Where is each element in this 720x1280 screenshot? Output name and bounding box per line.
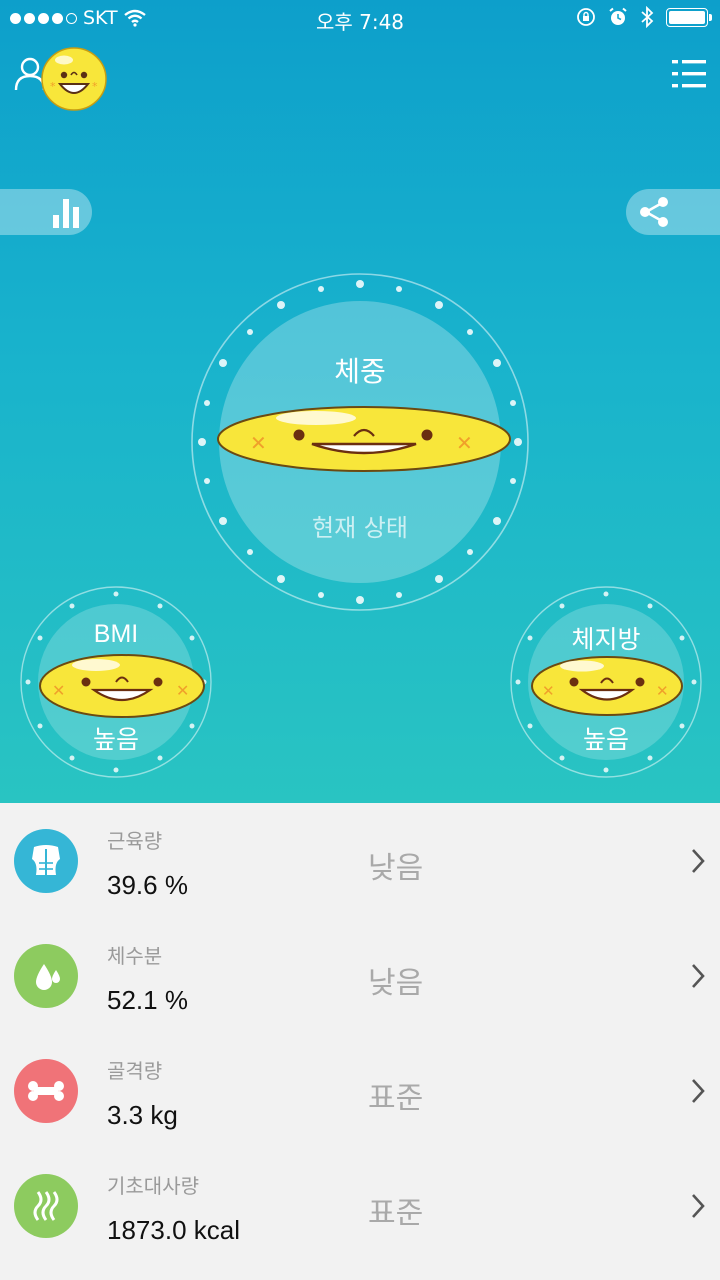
bar-chart-icon [53,199,79,228]
avatar[interactable]: * * [40,44,108,112]
weight-emoji-icon: ✕ ✕ [217,406,511,472]
bone-icon [14,1059,78,1123]
body-fat-emoji-icon: ✕ ✕ [531,656,683,716]
weight-title: 체중 [334,355,386,388]
chevron-right-icon [692,1194,705,1218]
list-item-bone-mass[interactable]: 골격량 3.3 kg 표준 [0,1033,720,1148]
metric-label: 체수분 [107,944,163,968]
bmi-state: 높음 [92,725,139,754]
body-fat-title: 체지방 [571,625,641,654]
svg-text:✕: ✕ [250,431,267,455]
svg-text:✕: ✕ [456,431,473,455]
heat-waves-icon [14,1174,78,1238]
chart-button[interactable] [0,189,92,235]
svg-text:*: * [50,80,56,93]
bmi-emoji-icon: ✕ ✕ [39,654,205,718]
share-icon [640,197,668,227]
status-right [576,6,712,28]
metric-status: 표준 [368,1196,424,1231]
metric-status: 낮음 [368,851,424,886]
list-item-bmr[interactable]: 기초대사량 1873.0 kcal 표준 [0,1148,720,1263]
chevron-right-icon [692,1079,705,1103]
bmi-title: BMI [93,620,139,648]
metric-status: 낮음 [368,966,424,1001]
metric-value: 39.6 % [107,870,188,900]
body-fat-state: 높음 [582,725,629,754]
water-drop-icon [14,944,78,1008]
metric-label: 근육량 [107,829,163,853]
list-item-body-water[interactable]: 체수분 52.1 % 낮음 [0,918,720,1033]
metric-label: 골격량 [107,1059,163,1083]
battery-icon [666,7,712,27]
muscle-icon [14,829,78,893]
bluetooth-icon [641,6,654,28]
svg-text:✕: ✕ [52,681,65,700]
svg-text:*: * [92,80,98,93]
list-item-muscle[interactable]: 근육량 39.6 % 낮음 [0,803,720,918]
metric-status: 표준 [368,1081,424,1116]
list-menu-icon[interactable] [672,58,706,90]
svg-text:✕: ✕ [176,681,189,700]
rotation-lock-icon [577,8,595,26]
svg-text:✕: ✕ [656,682,669,700]
metric-value: 1873.0 kcal [107,1215,240,1245]
metric-label: 기초대사량 [107,1174,199,1198]
share-button[interactable] [626,189,720,235]
status-bar: SKT 오후 7:48 [0,0,720,36]
metric-value: 52.1 % [107,985,188,1015]
svg-text:✕: ✕ [542,682,555,700]
metric-value: 3.3 kg [107,1100,178,1130]
chevron-right-icon [692,849,705,873]
weight-state: 현재 상태 [312,514,408,542]
hero-panel: SKT 오후 7:48 * * 체중 현재 상태 ✕ ✕ BMI 높음 ✕ ✕ … [0,0,720,803]
metrics-list: 근육량 39.6 % 낮음 체수분 52.1 % 낮음 골격량 3.3 kg 표… [0,803,720,1280]
chevron-right-icon [692,964,705,988]
alarm-icon [609,7,627,25]
